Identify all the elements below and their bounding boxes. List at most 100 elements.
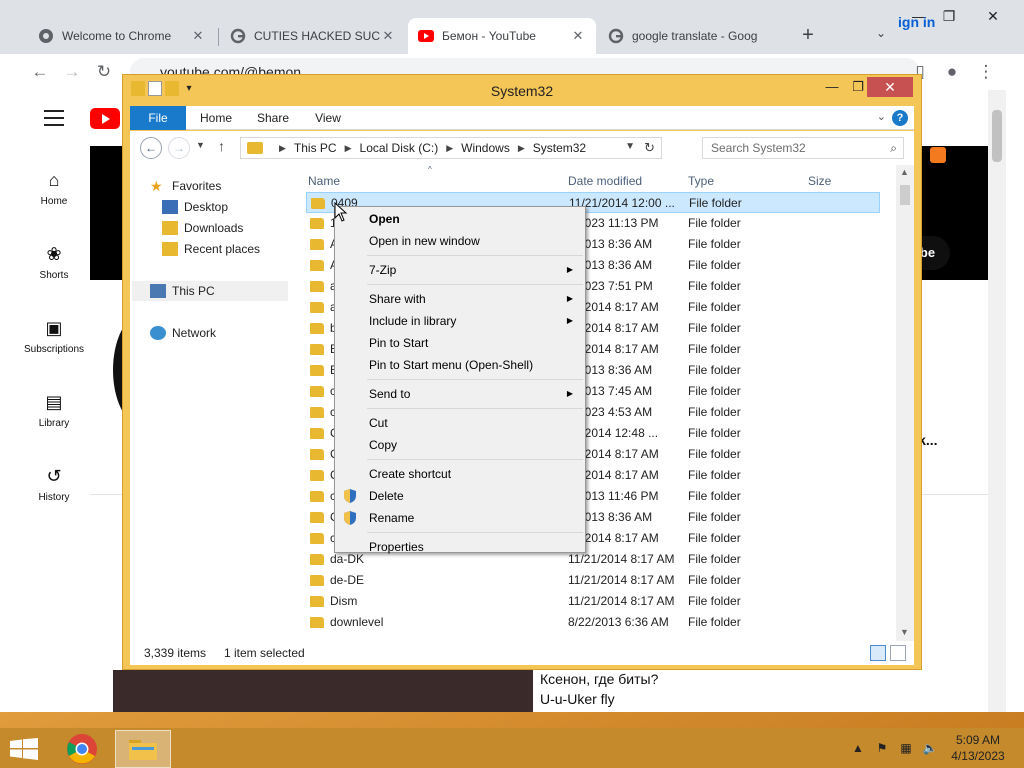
context-menu-item-open-in-new-window[interactable]: Open in new window [337,230,583,252]
details-view-icon[interactable] [870,645,886,661]
close-tab-icon[interactable]: ✕ [380,28,396,44]
context-menu: Open Open in new window 7-Zip ▶ Share with ▶ I… [334,206,586,554]
context-menu-item-properties[interactable]: Properties [337,536,583,558]
chevron-down-icon[interactable]: ▼ [625,141,635,152]
help-icon[interactable]: ? [892,110,908,126]
forward-arrow-icon[interactable]: → [60,60,84,84]
context-menu-item-create-shortcut[interactable]: Create shortcut [337,463,583,485]
library-icon: ▤ [45,392,63,412]
column-header-type[interactable]: Type [688,171,714,191]
context-menu-item-delete[interactable]: Delete [337,485,583,507]
browser-tab-welcome[interactable]: Welcome to Chrome ✕ [28,18,216,54]
nav-item-recent-places[interactable]: Recent places [162,239,260,259]
youtube-logo[interactable] [90,108,120,129]
yt-nav-shorts[interactable]: ❀ Shorts [18,242,90,281]
breadcrumb-item[interactable]: Windows [461,141,510,155]
column-header-name[interactable]: Name [308,171,340,191]
menu-item-label: 7-Zip [369,263,397,277]
new-tab-button[interactable]: + [796,24,820,48]
context-menu-item-send-to[interactable]: Send to ▶ [337,383,583,405]
browser-tab-youtube[interactable]: Бемон - YouTube ✕ [408,18,596,54]
tab-view[interactable]: View [306,106,350,130]
menu-separator [367,255,583,256]
file-type: File folder [688,468,741,482]
maximize-icon[interactable]: ❐ [934,8,964,25]
context-menu-item-pin-to-start-menu-open-shell[interactable]: Pin to Start menu (Open-Shell) [337,354,583,376]
context-menu-item-open[interactable]: Open [337,208,583,230]
system-clock[interactable]: 5:09 AM 4/13/2023 [946,732,1010,764]
file-type: File folder [688,279,741,293]
file-row[interactable]: downlevel 8/22/2013 6:36 AM File folder [306,612,880,633]
chevron-up-icon[interactable]: ▲ [850,740,866,756]
network-icon[interactable]: ▦ [898,740,914,756]
tab-home[interactable]: Home [192,106,240,130]
yt-nav-history[interactable]: ↺ History [18,464,90,503]
action-center-flag-icon[interactable]: ⚑ [874,740,890,756]
nav-item-this-pc[interactable]: This PC [132,281,288,301]
up-arrow-icon[interactable]: ↑ [218,138,225,154]
context-menu-item-rename[interactable]: Rename [337,507,583,529]
tab-search-button[interactable]: ⌄ [876,26,886,40]
nav-item-desktop[interactable]: Desktop [162,197,228,217]
tab-share[interactable]: Share [250,106,296,130]
mouse-cursor-icon [334,202,348,222]
close-window-icon[interactable]: ✕ [867,77,913,97]
hamburger-menu-icon[interactable] [44,110,64,131]
back-arrow-icon[interactable]: ← [28,60,52,84]
google-icon [608,28,624,44]
nav-item-network[interactable]: Network [150,323,216,343]
scroll-down-icon[interactable]: ▼ [900,627,909,637]
file-list-scrollbar[interactable]: ▲ ▼ [896,165,914,641]
refresh-icon[interactable]: ↻ [644,140,655,156]
context-menu-item-7-zip[interactable]: 7-Zip ▶ [337,259,583,281]
taskbar-file-explorer[interactable] [115,730,171,768]
recent-locations-icon[interactable]: ▼ [196,140,205,150]
video-thumbnail[interactable] [113,670,533,712]
breadcrumb-item[interactable]: Local Disk (C:) [360,141,439,155]
breadcrumb-item[interactable]: This PC [294,141,337,155]
column-header-date[interactable]: Date modified [568,171,642,191]
scroll-up-icon[interactable]: ▲ [900,167,909,177]
reload-icon[interactable]: ↻ [92,60,116,84]
volume-muted-icon[interactable]: 🔈 [922,740,938,756]
sign-in-button[interactable]: ign in [898,14,935,30]
scrollbar-thumb[interactable] [900,185,910,205]
context-menu-item-copy[interactable]: Copy [337,434,583,456]
chevron-down-icon[interactable]: ⌄ [877,110,886,123]
google-icon [230,28,246,44]
back-arrow-icon[interactable]: ← [140,137,162,159]
uac-shield-icon [344,511,356,525]
explorer-title-bar[interactable]: ▾ System32 — ❐ ✕ [123,75,921,105]
breadcrumb-item[interactable]: System32 [533,141,586,155]
forward-arrow-icon[interactable]: → [168,137,190,159]
page-scrollbar[interactable] [988,90,1006,712]
browser-tab-translate[interactable]: google translate - Goog [598,18,784,54]
context-menu-item-include-in-library[interactable]: Include in library ▶ [337,310,583,332]
browser-tab-cuties[interactable]: CUTIES HACKED SUCKS ✕ [220,18,406,54]
close-window-icon[interactable]: ✕ [978,8,1008,25]
kebab-menu-icon[interactable]: ⋮ [974,60,998,84]
yt-nav-home[interactable]: ⌂ Home [18,168,90,207]
file-row[interactable]: Dism 11/21/2014 8:17 AM File folder [306,591,880,612]
taskbar-chrome[interactable] [54,730,110,768]
context-menu-item-cut[interactable]: Cut [337,412,583,434]
nav-item-favorites[interactable]: ★ Favorites [150,176,221,196]
file-type: File folder [688,489,741,503]
file-row[interactable]: de-DE 11/21/2014 8:17 AM File folder [306,570,880,591]
tab-file[interactable]: File [130,106,186,130]
breadcrumb[interactable]: ▶ This PC ▶ Local Disk (C:) ▶ Windows ▶ … [240,137,662,159]
large-icons-view-icon[interactable] [890,645,906,661]
close-tab-icon[interactable]: ✕ [190,28,206,44]
yt-nav-subscriptions[interactable]: ▣ Subscriptions [18,316,90,355]
close-tab-icon[interactable]: ✕ [570,28,586,44]
folder-icon [310,344,324,355]
yt-nav-library[interactable]: ▤ Library [18,390,90,429]
column-header-size[interactable]: Size [808,171,831,191]
chrome-icon [38,28,54,44]
windows-start-icon[interactable] [10,738,38,760]
context-menu-item-pin-to-start[interactable]: Pin to Start [337,332,583,354]
nav-item-downloads[interactable]: Downloads [162,218,243,238]
context-menu-item-share-with[interactable]: Share with ▶ [337,288,583,310]
profile-avatar-icon[interactable]: ● [940,60,964,84]
search-input[interactable]: Search System32 ⌕ [702,137,904,159]
